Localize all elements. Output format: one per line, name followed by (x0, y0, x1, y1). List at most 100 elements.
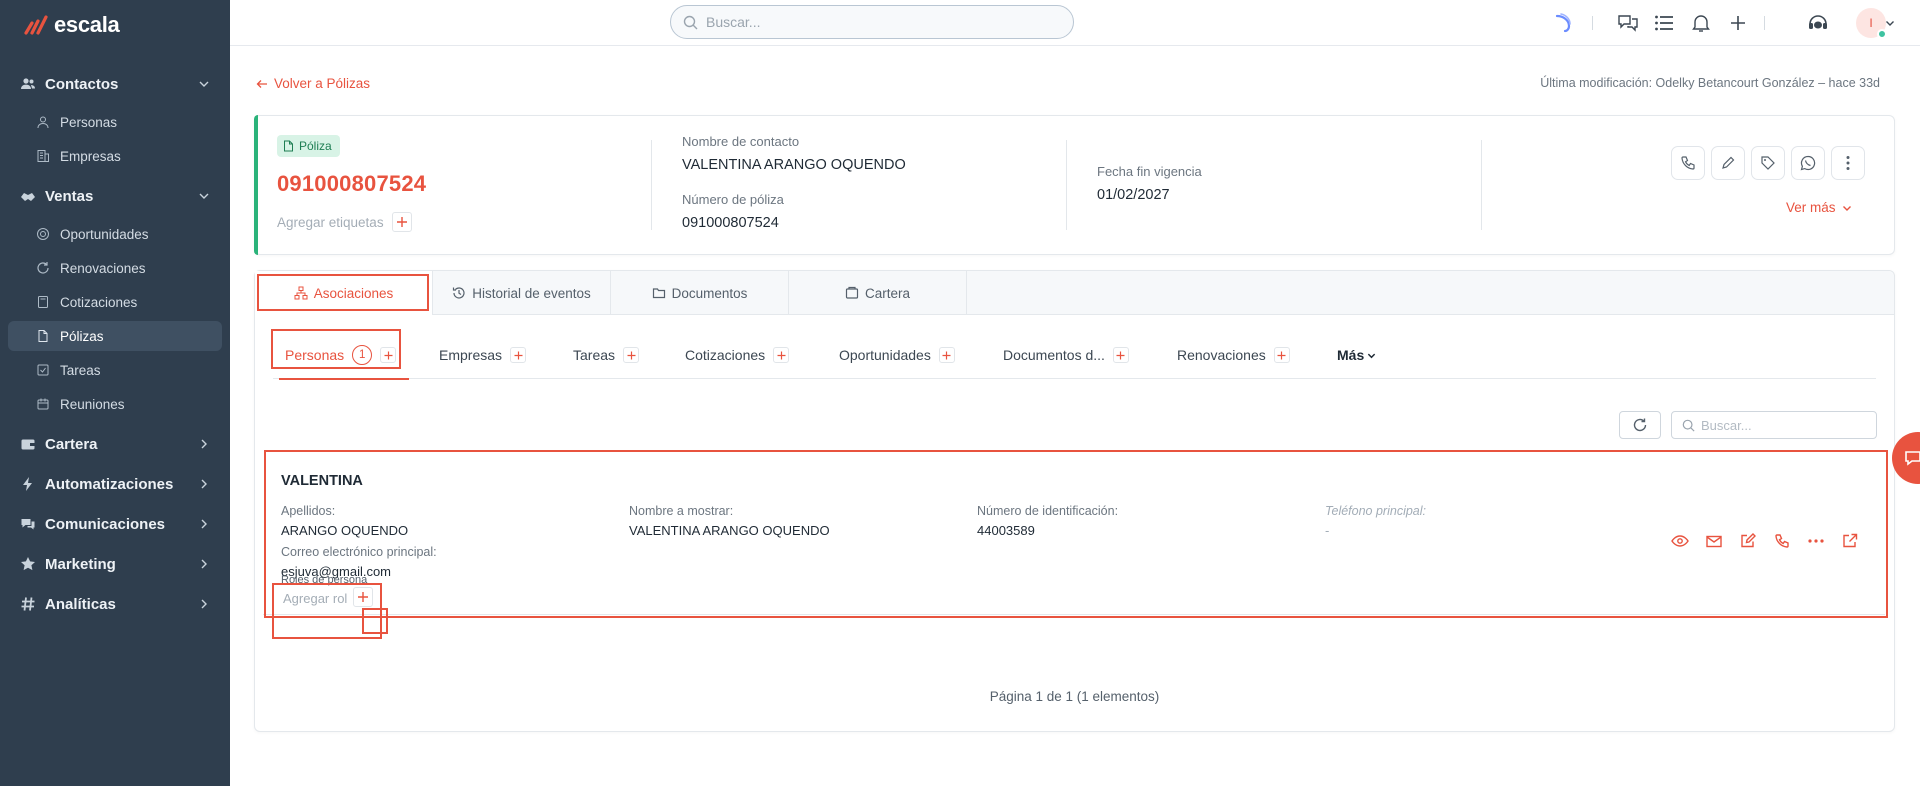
subtab-label: Documentos d... (1003, 347, 1105, 363)
sidebar-item-personas[interactable]: Personas (8, 107, 222, 137)
bell-icon (1692, 15, 1710, 32)
subtab-empresas[interactable]: Empresas (439, 333, 527, 377)
call-record-button[interactable] (1772, 531, 1792, 551)
sidebar-section-contactos[interactable]: Contactos (20, 72, 210, 96)
subtab-label: Tareas (573, 347, 616, 363)
more-actions-button[interactable] (1831, 146, 1865, 180)
plus-icon (514, 351, 523, 359)
add-renovacion-button[interactable] (1273, 347, 1290, 363)
add-tag-button[interactable] (391, 212, 412, 232)
tag-button[interactable] (1751, 146, 1785, 180)
chevron-right-icon (201, 479, 207, 489)
tag-icon (1761, 156, 1775, 170)
tab-historial-de-eventos[interactable]: Historial de eventos (433, 271, 611, 315)
global-search-input[interactable] (706, 14, 1026, 30)
add-persona-button[interactable] (380, 347, 397, 363)
subtab-tareas[interactable]: Tareas (573, 333, 640, 377)
subtab-oportunidades[interactable]: Oportunidades (839, 333, 955, 377)
sidebar-section-analiticas[interactable]: Analíticas (20, 592, 210, 616)
edit-record-button[interactable] (1738, 531, 1758, 551)
subtab-label: Renovaciones (1177, 347, 1266, 363)
eye-icon (1671, 535, 1689, 547)
sidebar-section-ventas[interactable]: Ventas (20, 184, 210, 208)
sidebar-section-cartera[interactable]: Cartera (20, 432, 210, 456)
more-record-actions-button[interactable] (1806, 531, 1826, 551)
add-documento-button[interactable] (1112, 347, 1129, 363)
edit-button[interactable] (1711, 146, 1745, 180)
sidebar-section-label: Ventas (45, 187, 94, 205)
bolt-icon (23, 477, 32, 491)
sidebar-section-automatizaciones[interactable]: Automatizaciones (20, 472, 210, 496)
person-name[interactable]: VALENTINA (281, 473, 363, 489)
last-modified-text: Última modificación: Odelky Betancourt G… (1540, 76, 1880, 90)
tab-cartera[interactable]: Cartera (789, 271, 967, 315)
subtab-label: Más (1337, 347, 1365, 363)
phone-label: Teléfono principal: (1325, 504, 1426, 518)
plus-icon (1277, 351, 1286, 359)
phone-icon (1775, 534, 1789, 548)
support-button[interactable] (1806, 11, 1830, 35)
global-search[interactable] (670, 5, 1074, 39)
refresh-button[interactable] (1619, 411, 1661, 439)
subtab-cotizaciones[interactable]: Cotizaciones (685, 333, 790, 377)
sidebar-section-comunicaciones[interactable]: Comunicaciones (20, 512, 210, 536)
open-record-button[interactable] (1840, 531, 1860, 551)
subtab-documentos[interactable]: Documentos d... (1003, 333, 1129, 377)
list-view-button[interactable] (1652, 11, 1676, 35)
sidebar-section-label: Automatizaciones (45, 475, 174, 493)
count-badge: 1 (352, 345, 373, 365)
add-oportunidad-button[interactable] (938, 347, 955, 363)
call-button[interactable] (1671, 146, 1705, 180)
search-icon (1682, 419, 1695, 432)
subtab-mas[interactable]: Más (1337, 333, 1376, 377)
divider (1481, 140, 1482, 230)
list-search-input[interactable] (1701, 417, 1861, 433)
tab-documentos[interactable]: Documentos (611, 271, 789, 315)
user-menu-toggle[interactable] (1882, 11, 1898, 35)
back-link[interactable]: Volver a Pólizas (256, 76, 370, 91)
hierarchy-icon (294, 286, 308, 300)
chevron-down-icon (1368, 353, 1376, 358)
chevron-down-icon (1886, 21, 1894, 26)
list-icon (1655, 15, 1673, 31)
sidebar-item-tareas[interactable]: Tareas (8, 355, 222, 385)
floating-chat-button[interactable] (1892, 432, 1920, 484)
notifications-button[interactable] (1689, 11, 1713, 35)
sidebar-item-renovaciones[interactable]: Renovaciones (8, 253, 222, 283)
view-button[interactable] (1670, 531, 1690, 551)
subtab-personas[interactable]: Personas 1 (285, 333, 397, 377)
add-role-button[interactable] (353, 587, 373, 607)
sidebar-item-polizas[interactable]: Pólizas (8, 321, 222, 351)
whatsapp-button[interactable] (1791, 146, 1825, 180)
sidebar-section-label: Cartera (45, 435, 98, 453)
add-tags-control[interactable]: Agregar etiquetas (277, 212, 412, 232)
ver-mas-link[interactable]: Ver más (1786, 200, 1852, 215)
sidebar-section-label: Comunicaciones (45, 515, 166, 533)
sidebar-item-label: Tareas (60, 362, 101, 378)
tab-asociaciones[interactable]: Asociaciones (255, 271, 433, 315)
add-empresa-button[interactable] (510, 347, 527, 363)
escala-logo-icon (24, 15, 48, 35)
create-new-button[interactable] (1726, 11, 1750, 35)
sidebar-item-oportunidades[interactable]: Oportunidades (8, 219, 222, 249)
email-button[interactable] (1704, 531, 1724, 551)
add-cotizacion-button[interactable] (773, 347, 790, 363)
subtab-label: Empresas (439, 347, 503, 363)
add-tags-label: Agregar etiquetas (277, 214, 384, 230)
brand-logo[interactable]: escala (24, 12, 120, 38)
sidebar-item-cotizaciones[interactable]: Cotizaciones (8, 287, 222, 317)
sidebar-item-reuniones[interactable]: Reuniones (8, 389, 222, 419)
sidebar-item-empresas[interactable]: Empresas (8, 141, 222, 171)
subtab-renovaciones[interactable]: Renovaciones (1177, 333, 1290, 377)
ai-assistant-button[interactable] (1552, 11, 1576, 35)
plus-icon (627, 351, 636, 359)
chat-icon (1905, 451, 1920, 466)
pagination-info: Página 1 de 1 (1 elementos) (989, 689, 1160, 704)
list-search[interactable] (1671, 411, 1877, 439)
add-tarea-button[interactable] (623, 347, 640, 363)
divider (1066, 140, 1067, 230)
tab-label: Documentos (671, 285, 748, 301)
sidebar-section-marketing[interactable]: Marketing (20, 552, 210, 576)
user-icon (37, 116, 49, 129)
messages-button[interactable] (1616, 11, 1640, 35)
